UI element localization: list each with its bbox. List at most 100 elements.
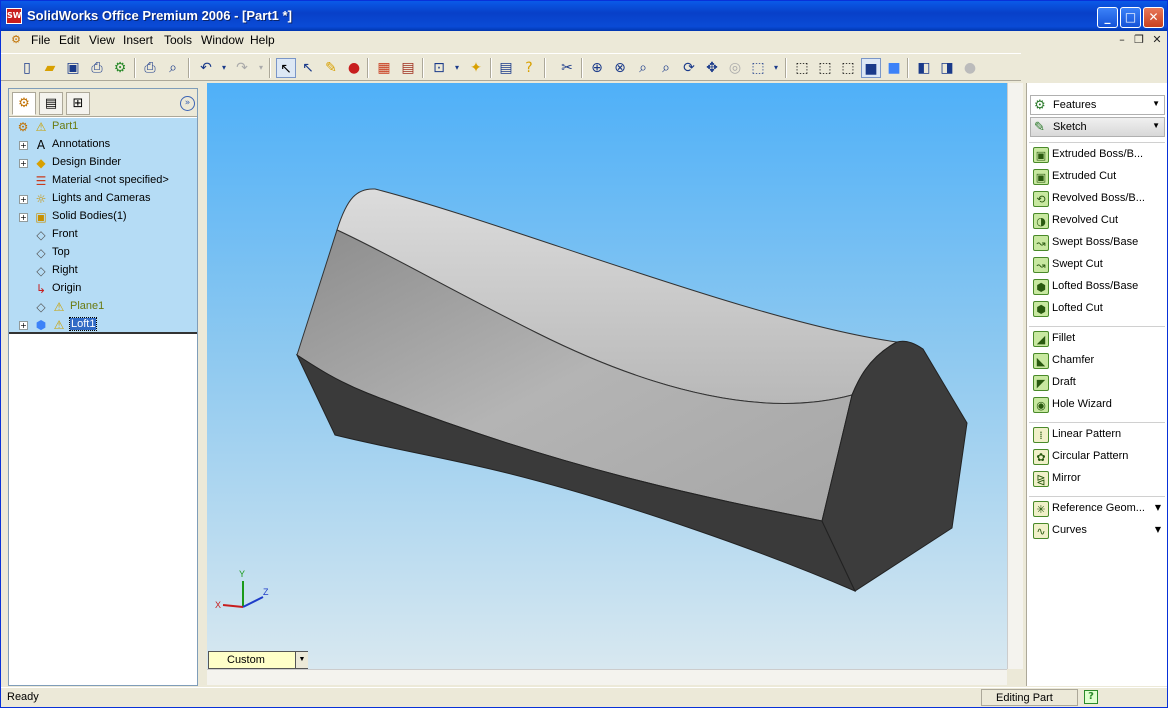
- realview-icon[interactable]: ●: [960, 58, 980, 78]
- zoom-in-icon[interactable]: ⌕: [633, 58, 653, 78]
- expand-icon[interactable]: +: [19, 213, 28, 222]
- part-model-view[interactable]: Y X Z: [207, 83, 1007, 669]
- sketch-tab[interactable]: ✎ Sketch ▼: [1030, 117, 1165, 137]
- view-orientation-icon[interactable]: ⬚: [748, 58, 768, 78]
- select-icon[interactable]: ↖: [276, 58, 296, 78]
- tool-revolved-boss[interactable]: ⟲ Revolved Boss/B...: [1033, 189, 1163, 209]
- tree-node-annotations[interactable]: + A Annotations: [9, 136, 197, 154]
- close-button[interactable]: ✕: [1143, 7, 1164, 28]
- grid-icon[interactable]: ▦: [374, 58, 394, 78]
- configuration-tab[interactable]: ⊞: [66, 92, 90, 115]
- tool-fillet[interactable]: ◢ Fillet: [1033, 329, 1163, 349]
- zoom-to-fit-icon[interactable]: ⊕: [587, 58, 607, 78]
- feature-tree-tab[interactable]: ⚙: [12, 92, 36, 115]
- horizontal-scrollbar[interactable]: [207, 669, 1007, 685]
- select-filter-icon[interactable]: ↖: [298, 58, 318, 78]
- tool-extruded-cut[interactable]: ▣ Extruded Cut: [1033, 167, 1163, 187]
- tree-node-loft1[interactable]: + ⬢ ⚠ Loft1: [9, 316, 197, 334]
- tool-revolved-cut[interactable]: ◑ Revolved Cut: [1033, 211, 1163, 231]
- zoom-area-icon[interactable]: ⊗: [610, 58, 630, 78]
- expand-icon[interactable]: +: [19, 321, 28, 330]
- new-icon[interactable]: ▯: [17, 58, 37, 78]
- tree-node-material-not-specified[interactable]: ☰ Material <not specified>: [9, 172, 197, 190]
- brick-icon[interactable]: ▤: [398, 58, 418, 78]
- features-tab[interactable]: ⚙ Features ▼: [1030, 95, 1165, 115]
- maximize-button[interactable]: □: [1120, 7, 1141, 28]
- graphics-area[interactable]: Y X Z Custom ▼: [207, 83, 1007, 669]
- chevron-down-icon[interactable]: ▼: [1152, 99, 1160, 108]
- property-manager-tab[interactable]: ▤: [39, 92, 63, 115]
- print-preview-icon[interactable]: ⎙: [140, 58, 160, 78]
- rebuild-icon[interactable]: ✎: [321, 58, 341, 78]
- vertical-scrollbar[interactable]: [1007, 83, 1023, 669]
- tool-lofted-boss[interactable]: ⬢ Lofted Boss/Base: [1033, 277, 1163, 297]
- tool-swept-boss[interactable]: ↝ Swept Boss/Base: [1033, 233, 1163, 253]
- redo-dropdown-icon[interactable]: ▾: [251, 58, 271, 78]
- undo-dropdown-icon[interactable]: ▾: [214, 58, 234, 78]
- app-icon[interactable]: SW: [6, 8, 22, 24]
- minimize-button[interactable]: _: [1097, 7, 1118, 28]
- title-bar[interactable]: SW SolidWorks Office Premium 2006 - [Par…: [1, 1, 1167, 31]
- tree-node-plane1[interactable]: ◇ ⚠ Plane1: [9, 298, 197, 316]
- tree-node-part1[interactable]: ⚙ ⚠ Part1: [9, 118, 197, 136]
- tool-swept-cut[interactable]: ↝ Swept Cut: [1033, 255, 1163, 275]
- undo-icon[interactable]: ↶: [196, 58, 216, 78]
- tool-mirror[interactable]: ⧎ Mirror: [1033, 469, 1163, 489]
- hidden-lines-visible-icon[interactable]: ⬚: [815, 58, 835, 78]
- expand-icon[interactable]: +: [19, 141, 28, 150]
- shaded-icon[interactable]: ■: [884, 58, 904, 78]
- rotate-icon[interactable]: ⟳: [679, 58, 699, 78]
- tree-node-right[interactable]: ◇ Right: [9, 262, 197, 280]
- tool-hole-wizard[interactable]: ◉ Hole Wizard: [1033, 395, 1163, 415]
- menu-help[interactable]: Help: [250, 33, 275, 47]
- redo-icon[interactable]: ↷: [232, 58, 252, 78]
- tree-node-design-binder[interactable]: + ◆ Design Binder: [9, 154, 197, 172]
- menu-tools[interactable]: Tools: [164, 33, 192, 47]
- wireframe-icon[interactable]: ⬚: [792, 58, 812, 78]
- expand-icon[interactable]: +: [19, 159, 28, 168]
- tool-circular-pattern[interactable]: ✿ Circular Pattern: [1033, 447, 1163, 467]
- sketch-tool-icon[interactable]: ✂: [557, 58, 577, 78]
- expand-icon[interactable]: +: [19, 195, 28, 204]
- tree-node-origin[interactable]: ↳ Origin: [9, 280, 197, 298]
- roll-icon[interactable]: ◎: [725, 58, 745, 78]
- tool-draft[interactable]: ◤ Draft: [1033, 373, 1163, 393]
- mdi-minimize-button[interactable]: –: [1115, 34, 1129, 47]
- open-icon[interactable]: ▰: [40, 58, 60, 78]
- view-dropdown-icon[interactable]: ▾: [766, 58, 786, 78]
- tool-curves[interactable]: ∿ Curves ▼: [1033, 521, 1163, 541]
- shaded-edges-icon[interactable]: ■: [861, 58, 881, 78]
- mdi-restore-button[interactable]: ❐: [1132, 34, 1146, 47]
- quick-tips-icon[interactable]: ?: [1084, 690, 1098, 704]
- design-library-icon[interactable]: ✦: [466, 58, 486, 78]
- options-icon[interactable]: ⚙: [110, 58, 130, 78]
- zoom-selection-icon[interactable]: ⌕: [656, 58, 676, 78]
- insert-dropdown-icon[interactable]: ▾: [447, 58, 467, 78]
- menu-insert[interactable]: Insert: [123, 33, 153, 47]
- view-selector[interactable]: Custom ▼: [208, 651, 308, 669]
- chevron-down-icon[interactable]: ▼: [1152, 121, 1160, 130]
- tool-linear-pattern[interactable]: ⁞ Linear Pattern: [1033, 425, 1163, 445]
- properties-icon[interactable]: ▤: [496, 58, 516, 78]
- tool-lofted-cut[interactable]: ⬢ Lofted Cut: [1033, 299, 1163, 319]
- menu-edit[interactable]: Edit: [59, 33, 80, 47]
- mdi-close-button[interactable]: ✕: [1150, 34, 1164, 47]
- tree-node-solid-bodies-1[interactable]: + ▣ Solid Bodies(1): [9, 208, 197, 226]
- print-icon[interactable]: ⎙: [87, 58, 107, 78]
- menu-view[interactable]: View: [89, 33, 115, 47]
- help-icon[interactable]: ?: [519, 58, 539, 78]
- tree-node-lights-and-cameras[interactable]: + ☼ Lights and Cameras: [9, 190, 197, 208]
- perspective-icon[interactable]: ◨: [937, 58, 957, 78]
- tool-extruded-boss[interactable]: ▣ Extruded Boss/B...: [1033, 145, 1163, 165]
- document-icon[interactable]: ⚙: [9, 34, 23, 47]
- magnifier-icon[interactable]: ⌕: [163, 58, 183, 78]
- chevron-down-icon[interactable]: ▼: [295, 652, 308, 668]
- tool-chamfer[interactable]: ◣ Chamfer: [1033, 351, 1163, 371]
- tool-reference-geometry[interactable]: ✳ Reference Geom... ▼: [1033, 499, 1163, 519]
- collapse-panel-button[interactable]: »: [180, 96, 195, 111]
- save-icon[interactable]: ▣: [63, 58, 83, 78]
- traffic-light-icon[interactable]: ●: [344, 58, 364, 78]
- insert-component-icon[interactable]: ⊡: [429, 58, 449, 78]
- tree-node-top[interactable]: ◇ Top: [9, 244, 197, 262]
- menu-window[interactable]: Window: [201, 33, 244, 47]
